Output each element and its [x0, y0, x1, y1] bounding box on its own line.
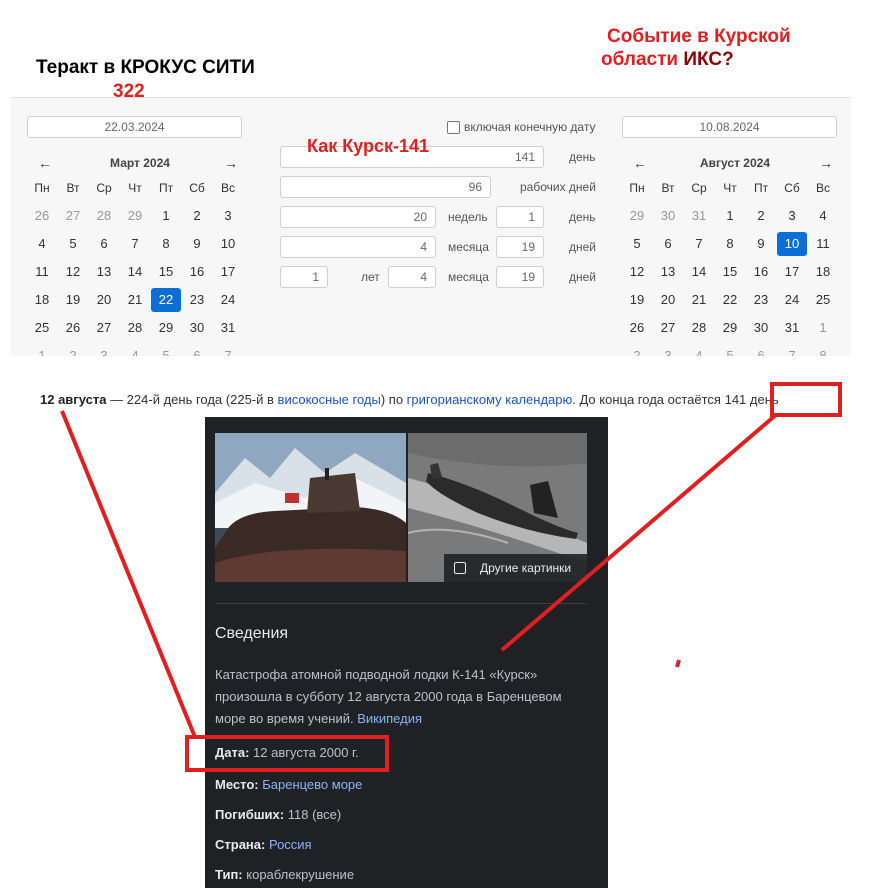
annotation-line-left	[60, 410, 197, 738]
date-highlight-box	[185, 735, 389, 772]
annotation-mark	[675, 659, 681, 668]
days-left-highlight-box	[770, 382, 842, 417]
annotation-line-right	[500, 412, 779, 652]
annotation-overlay	[60, 382, 842, 772]
